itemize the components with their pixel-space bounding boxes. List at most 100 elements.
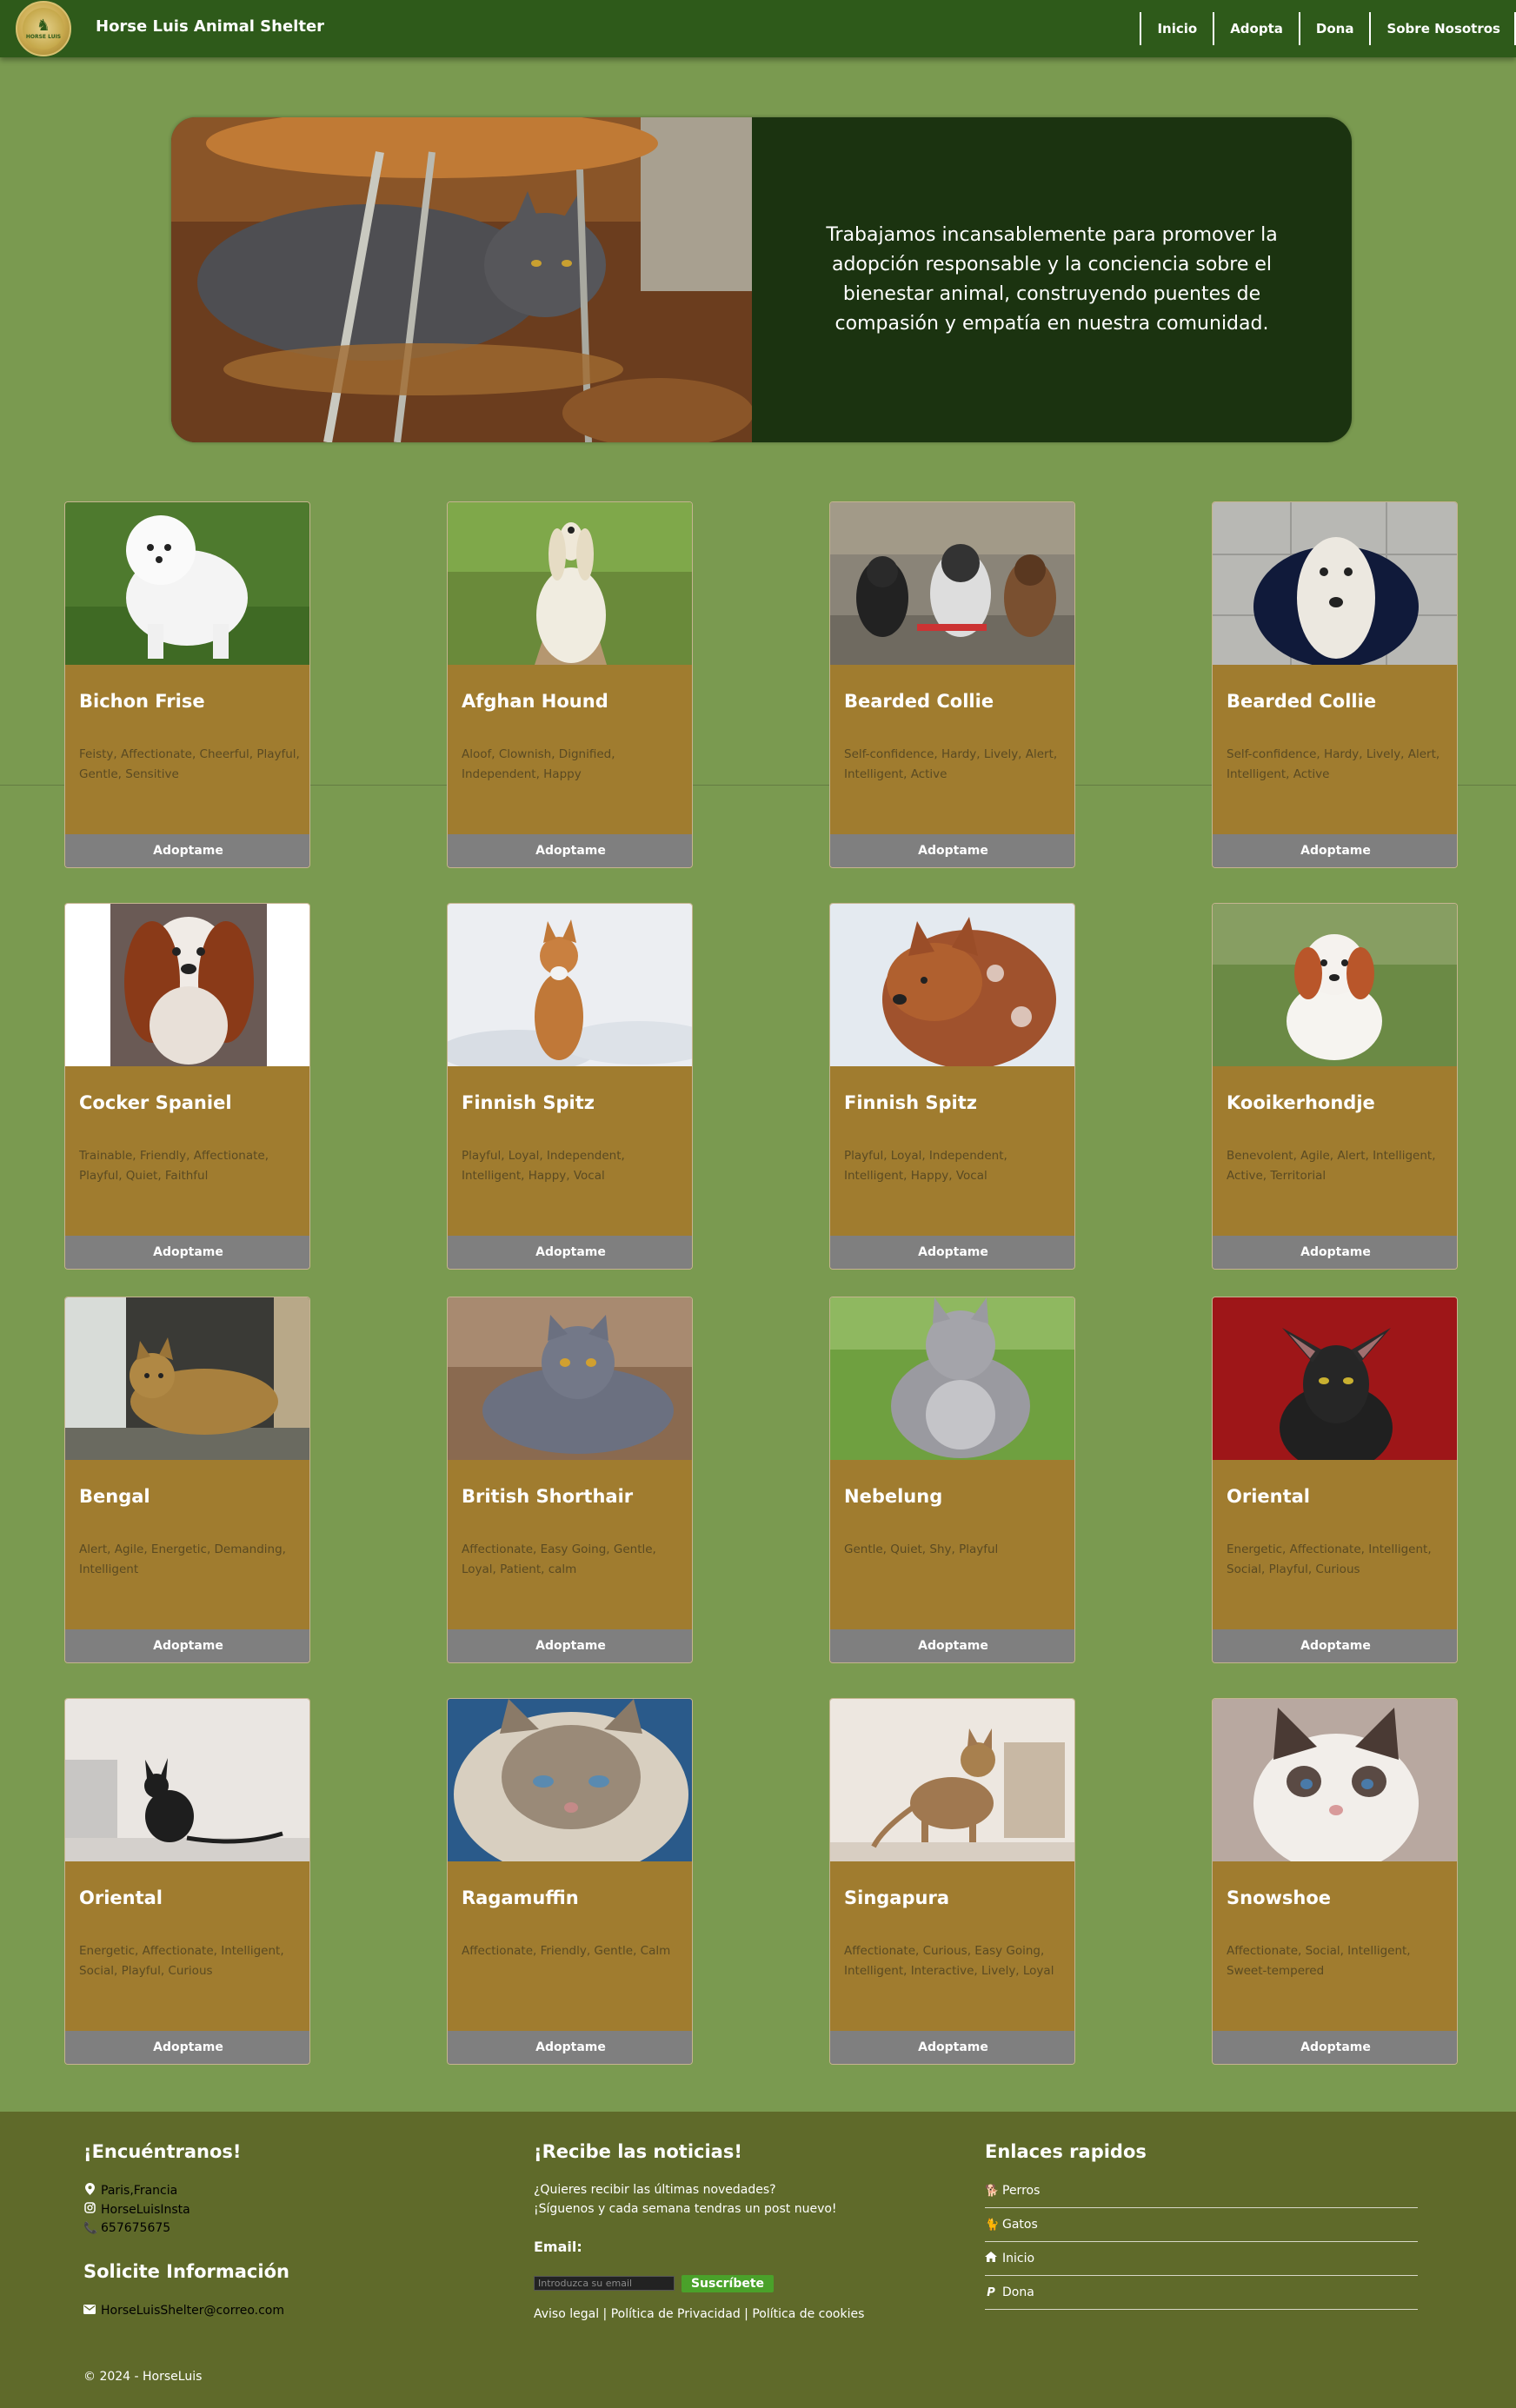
pet-photo bbox=[1213, 904, 1457, 1066]
pet-traits: Playful, Loyal, Independent, Intelligent… bbox=[844, 1149, 1007, 1183]
pet-card: Kooikerhondje Benevolent, Agile, Alert, … bbox=[1212, 903, 1458, 1270]
pet-card: Afghan Hound Aloof, Clownish, Dignified,… bbox=[447, 501, 693, 868]
adopt-button[interactable]: Adoptame bbox=[830, 1629, 1074, 1662]
pet-name: Snowshoe bbox=[1227, 1887, 1332, 1908]
quick-link-dona[interactable]: P Dona bbox=[985, 2276, 1418, 2310]
pet-name: Finnish Spitz bbox=[462, 1092, 595, 1113]
site-brand[interactable]: Horse Luis Animal Shelter bbox=[96, 17, 324, 36]
nav-link-sobre-nosotros[interactable]: Sobre Nosotros bbox=[1369, 12, 1516, 45]
pet-traits: Playful, Loyal, Independent, Intelligent… bbox=[462, 1149, 625, 1183]
pet-traits: Benevolent, Agile, Alert, Intelligent, A… bbox=[1227, 1149, 1436, 1183]
cat-icon: 🐈 bbox=[985, 2218, 1000, 2232]
nav-link-inicio[interactable]: Inicio bbox=[1140, 12, 1213, 45]
hero-cat-photo bbox=[171, 117, 754, 442]
pet-card: Bichon Frise Feisty, Affectionate, Cheer… bbox=[64, 501, 310, 868]
news-title: ¡Recibe las noticias! bbox=[534, 2141, 742, 2162]
pet-card: British Shorthair Affectionate, Easy Goi… bbox=[447, 1297, 693, 1663]
phone-text: 657675675 bbox=[101, 2221, 171, 2235]
pet-photo bbox=[1213, 502, 1457, 665]
pet-traits: Self-confidence, Hardy, Lively, Alert, I… bbox=[844, 747, 1058, 781]
instagram-icon bbox=[83, 2202, 96, 2217]
adopt-button[interactable]: Adoptame bbox=[1213, 834, 1457, 867]
location-row: Paris,Francia bbox=[83, 2183, 177, 2199]
quick-link-gatos[interactable]: 🐈 Gatos bbox=[985, 2208, 1418, 2242]
adopt-button[interactable]: Adoptame bbox=[65, 1629, 309, 1662]
pet-card: Finnish Spitz Playful, Loyal, Independen… bbox=[447, 903, 693, 1270]
pet-card: Finnish Spitz Playful, Loyal, Independen… bbox=[829, 903, 1075, 1270]
pet-traits: Affectionate, Curious, Easy Going, Intel… bbox=[844, 1944, 1054, 1978]
pet-name: British Shorthair bbox=[462, 1486, 634, 1507]
adopt-button[interactable]: Adoptame bbox=[830, 2031, 1074, 2064]
pet-photo bbox=[65, 1297, 309, 1460]
pet-name: Bearded Collie bbox=[1227, 691, 1377, 712]
pet-card: Cocker Spaniel Trainable, Friendly, Affe… bbox=[64, 903, 310, 1270]
paypal-icon: P bbox=[987, 2285, 995, 2299]
pet-traits: Affectionate, Friendly, Gentle, Calm bbox=[462, 1944, 671, 1958]
pet-traits: Trainable, Friendly, Affectionate, Playf… bbox=[79, 1149, 269, 1183]
adopt-button[interactable]: Adoptame bbox=[1213, 1236, 1457, 1269]
pet-traits: Alert, Agile, Energetic, Demanding, Inte… bbox=[79, 1542, 286, 1576]
pet-photo bbox=[830, 502, 1074, 665]
pet-name: Bengal bbox=[79, 1486, 150, 1507]
pet-traits: Aloof, Clownish, Dignified, Independent,… bbox=[462, 747, 615, 781]
pet-photo bbox=[448, 1297, 692, 1460]
pet-name: Kooikerhondje bbox=[1227, 1092, 1375, 1113]
newsletter-email-input[interactable]: Introduzca su email bbox=[534, 2276, 675, 2291]
pet-name: Nebelung bbox=[844, 1486, 943, 1507]
pet-card: Oriental Energetic, Affectionate, Intell… bbox=[64, 1698, 310, 2065]
adopt-button[interactable]: Adoptame bbox=[448, 2031, 692, 2064]
pet-photo bbox=[448, 502, 692, 665]
pet-photo bbox=[830, 1699, 1074, 1861]
location-text: Paris,Francia bbox=[101, 2184, 178, 2198]
pet-photo bbox=[830, 1297, 1074, 1460]
pet-name: Afghan Hound bbox=[462, 691, 608, 712]
pet-traits: Affectionate, Easy Going, Gentle, Loyal,… bbox=[462, 1542, 656, 1576]
adopt-button[interactable]: Adoptame bbox=[448, 1629, 692, 1662]
nav-links: Inicio Adopta Dona Sobre Nosotros bbox=[1140, 12, 1516, 45]
quick-link-perros[interactable]: 🐕 Perros bbox=[985, 2174, 1418, 2208]
pet-name: Oriental bbox=[79, 1887, 163, 1908]
pet-card: Bearded Collie Self-confidence, Hardy, L… bbox=[829, 501, 1075, 868]
legal-links[interactable]: Aviso legal | Política de Privacidad | P… bbox=[534, 2307, 864, 2321]
hero-mission-text: Trabajamos incansablemente para promover… bbox=[752, 117, 1352, 442]
pet-name: Ragamuffin bbox=[462, 1887, 579, 1908]
adopt-button[interactable]: Adoptame bbox=[65, 1236, 309, 1269]
adopt-button[interactable]: Adoptame bbox=[65, 834, 309, 867]
subscribe-button[interactable]: Suscríbete bbox=[682, 2275, 774, 2292]
pet-card: Singapura Affectionate, Curious, Easy Go… bbox=[829, 1698, 1075, 2065]
adopt-button[interactable]: Adoptame bbox=[65, 2031, 309, 2064]
pet-card: Bearded Collie Self-confidence, Hardy, L… bbox=[1212, 501, 1458, 868]
pet-name: Finnish Spitz bbox=[844, 1092, 978, 1113]
adopt-button[interactable]: Adoptame bbox=[830, 1236, 1074, 1269]
logo[interactable]: ♞ HORSE LUIS bbox=[16, 1, 71, 56]
adopt-button[interactable]: Adoptame bbox=[830, 834, 1074, 867]
email-label: Email: bbox=[534, 2239, 582, 2255]
pet-traits: Feisty, Affectionate, Cheerful, Playful,… bbox=[79, 747, 300, 781]
pet-traits: Gentle, Quiet, Shy, Playful bbox=[844, 1542, 999, 1556]
adopt-button[interactable]: Adoptame bbox=[448, 834, 692, 867]
adopt-button[interactable]: Adoptame bbox=[448, 1236, 692, 1269]
pet-name: Singapura bbox=[844, 1887, 949, 1908]
adopt-button[interactable]: Adoptame bbox=[1213, 1629, 1457, 1662]
phone-icon: 📞 bbox=[83, 2221, 98, 2235]
pet-photo bbox=[1213, 1297, 1457, 1460]
pet-card: Bengal Alert, Agile, Energetic, Demandin… bbox=[64, 1297, 310, 1663]
horse-logo-icon: ♞ HORSE LUIS bbox=[23, 8, 64, 50]
news-line-1: ¿Quieres recibir las últimas novedades? bbox=[534, 2183, 776, 2197]
pet-name: Cocker Spaniel bbox=[79, 1092, 232, 1113]
pet-photo bbox=[448, 1699, 692, 1861]
pet-card: Ragamuffin Affectionate, Friendly, Gentl… bbox=[447, 1698, 693, 2065]
copyright: © 2024 - HorseLuis bbox=[83, 2370, 203, 2384]
instagram-text: HorseLuisInsta bbox=[101, 2202, 190, 2217]
pet-photo bbox=[65, 502, 309, 665]
pet-photo bbox=[448, 904, 692, 1066]
instagram-row[interactable]: HorseLuisInsta bbox=[83, 2202, 190, 2217]
nav-link-dona[interactable]: Dona bbox=[1298, 12, 1370, 45]
adopt-button[interactable]: Adoptame bbox=[1213, 2031, 1457, 2064]
email-row[interactable]: HorseLuisShelter@correo.com bbox=[83, 2304, 284, 2318]
quick-link-inicio[interactable]: Inicio bbox=[985, 2242, 1418, 2276]
hero-banner: Trabajamos incansablemente para promover… bbox=[171, 117, 1352, 442]
envelope-icon bbox=[83, 2304, 96, 2318]
home-icon bbox=[985, 2252, 997, 2265]
nav-link-adopta[interactable]: Adopta bbox=[1213, 12, 1299, 45]
